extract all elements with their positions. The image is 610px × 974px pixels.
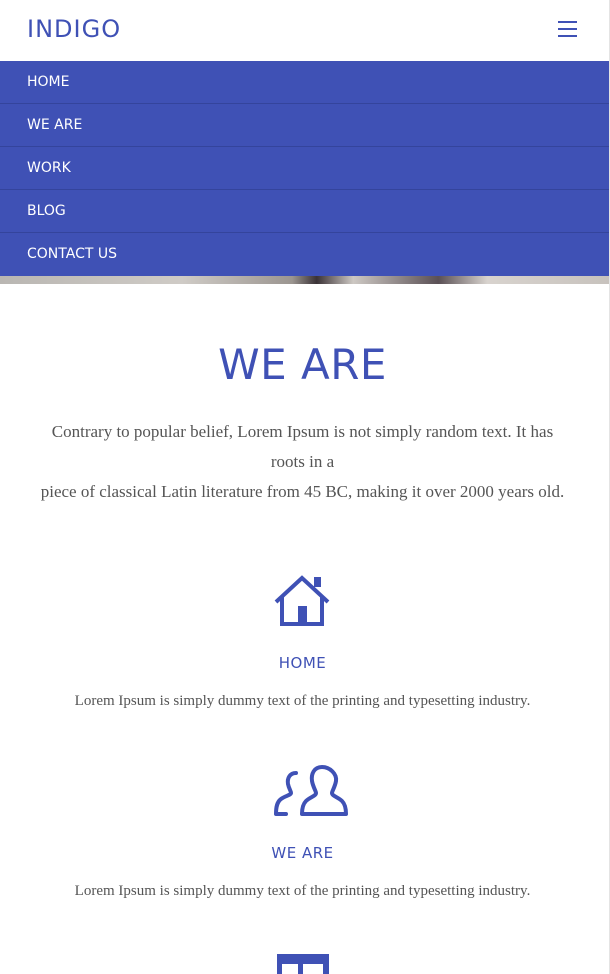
menu-item-label: BLOG [27, 203, 66, 219]
menu-item-contact-us[interactable]: CONTACT US [0, 233, 609, 275]
feature-text-home: Lorem Ipsum is simply dummy text of the … [74, 693, 531, 709]
menu-item-work[interactable]: WORK [0, 147, 609, 190]
hamburger-icon[interactable] [556, 19, 580, 41]
feature-title-home: HOME [278, 654, 327, 672]
intro-line-1: Contrary to popular belief, Lorem Ipsum … [51, 422, 554, 441]
section-title: WE ARE [218, 340, 387, 389]
menu-item-label: WORK [27, 160, 71, 176]
menu-item-label: HOME [27, 74, 70, 90]
feature-text-we-are: Lorem Ipsum is simply dummy text of the … [74, 883, 531, 899]
layout-icon [277, 954, 329, 974]
intro-text: Contrary to popular belief, Lorem Ipsum … [30, 417, 575, 507]
feature-title-we-are: WE ARE [271, 844, 334, 862]
intro-line-2: roots in a [270, 452, 335, 471]
menu-item-we-are[interactable]: WE ARE [0, 104, 609, 147]
menu-item-label: CONTACT US [27, 246, 117, 262]
intro-line-3: piece of classical Latin literature from… [40, 482, 565, 501]
menu-item-label: WE ARE [27, 117, 83, 133]
users-icon [274, 765, 348, 816]
hero-image [0, 276, 609, 284]
dropdown-menu: HOME WE ARE WORK BLOG CONTACT US [0, 61, 609, 276]
menu-item-blog[interactable]: BLOG [0, 190, 609, 233]
top-navbar: INDIGO [0, 0, 610, 61]
brand-logo[interactable]: INDIGO [27, 15, 121, 43]
home-icon [274, 575, 330, 626]
menu-item-home[interactable]: HOME [0, 61, 609, 104]
